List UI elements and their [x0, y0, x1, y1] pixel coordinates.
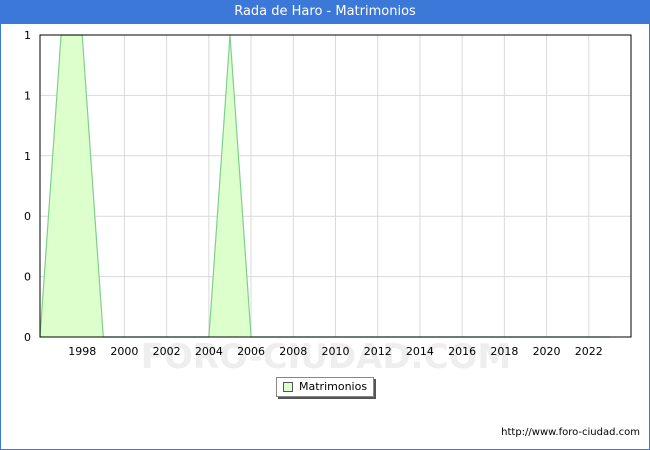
x-tick-label: 2018 — [490, 345, 518, 358]
x-tick-label: 2008 — [279, 345, 307, 358]
x-tick-label: 2014 — [406, 345, 434, 358]
x-tick-label: 2004 — [195, 345, 223, 358]
legend-label: Matrimonios — [299, 380, 368, 393]
x-tick-label: 2000 — [110, 345, 138, 358]
x-tick-label: 2006 — [237, 345, 265, 358]
x-tick-label: 1998 — [68, 345, 96, 358]
y-tick-label: 1 — [24, 89, 31, 102]
x-tick-label: 2010 — [322, 345, 350, 358]
series-matrimonios — [39, 34, 610, 338]
x-tick-label: 2002 — [153, 345, 181, 358]
series-area — [40, 35, 610, 337]
source-credit: http://www.foro-ciudad.com — [501, 427, 640, 438]
y-axis-ticks: 0 0 0 1 1 1 — [24, 29, 31, 344]
x-tick-label: 2020 — [533, 345, 561, 358]
y-tick-label: 0 — [24, 210, 31, 223]
x-tick-label: 2016 — [448, 345, 476, 358]
y-tick-label: 0 — [24, 331, 31, 344]
x-tick-label: 2022 — [575, 345, 603, 358]
grid — [40, 35, 631, 337]
series-line — [39, 34, 610, 338]
x-tick-label: 2012 — [364, 345, 392, 358]
y-tick-label: 1 — [24, 150, 31, 163]
legend: Matrimonios — [276, 377, 374, 397]
y-tick-label: 0 — [24, 271, 31, 284]
legend-swatch — [283, 382, 293, 392]
y-tick-label: 1 — [24, 29, 31, 42]
